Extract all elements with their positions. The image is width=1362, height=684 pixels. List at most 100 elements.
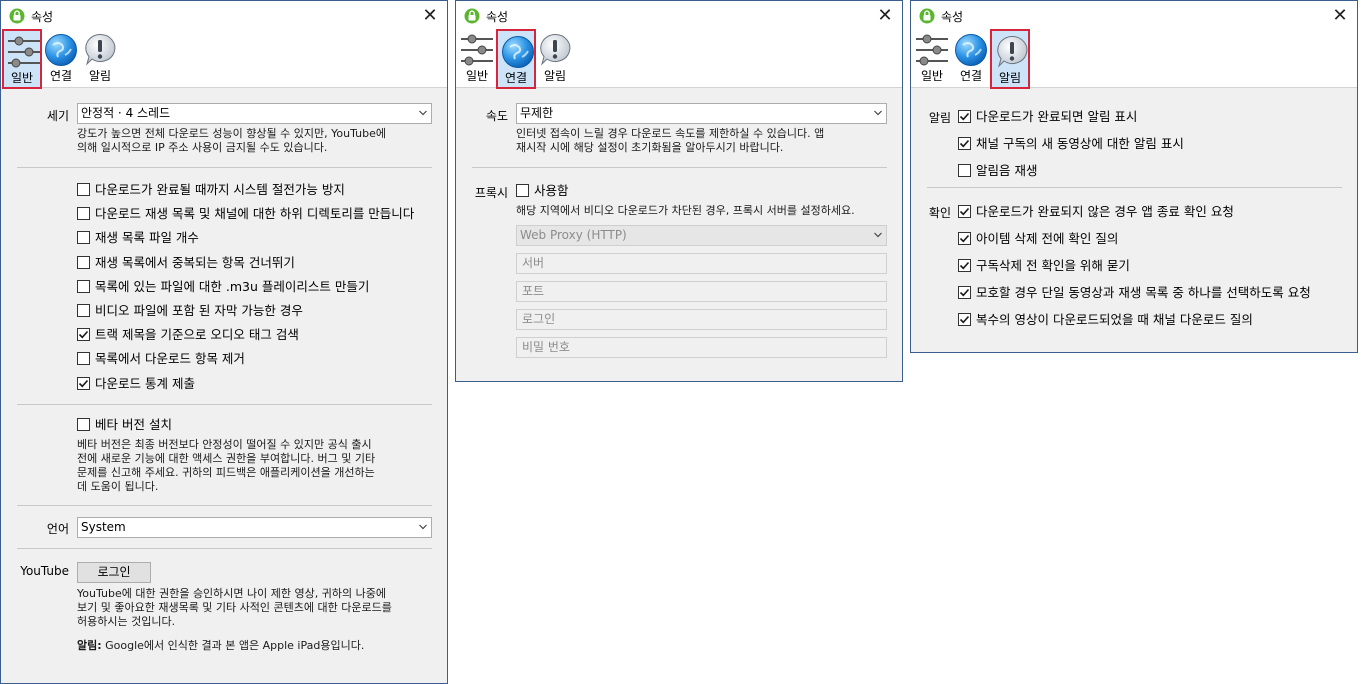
notice-body: Google에서 인식한 결과 본 앱은 Apple iPad용입니다. bbox=[101, 639, 365, 652]
window-title: 속성 bbox=[486, 10, 509, 24]
checkbox-checked[interactable] bbox=[958, 205, 971, 218]
chevron-down-icon bbox=[874, 231, 882, 239]
checkbox-box[interactable] bbox=[958, 164, 971, 177]
intensity-label: 세기 bbox=[46, 109, 69, 123]
checkbox-checked[interactable] bbox=[958, 313, 971, 326]
beta-description: 베타 버전은 최종 버전보다 안정성이 떨어질 수 있지만 공식 출시 전에 새… bbox=[77, 438, 376, 493]
sliders-icon bbox=[915, 33, 949, 67]
option-label: 트랙 제목을 기준으로 오디오 태그 검색 bbox=[95, 327, 299, 343]
close-icon[interactable]: ✕ bbox=[419, 5, 441, 27]
option-label: 다운로드가 완료되면 알림 표시 bbox=[976, 109, 1138, 124]
checkbox-box[interactable] bbox=[77, 304, 90, 317]
proxy-password-input[interactable]: 비밀 번호 bbox=[516, 337, 887, 358]
sliders-icon bbox=[460, 33, 494, 67]
proxy-server-input[interactable]: 서버 bbox=[516, 253, 887, 274]
youtube-label: YouTube bbox=[20, 564, 69, 578]
checkbox-box[interactable] bbox=[77, 183, 90, 196]
tab-general[interactable]: 일반 bbox=[2, 29, 42, 89]
checkbox-box[interactable] bbox=[77, 207, 90, 221]
title-bar: 속성 ✕ bbox=[911, 1, 1357, 31]
checkmark-icon bbox=[959, 287, 970, 298]
proxy-type-value: Web Proxy (HTTP) bbox=[520, 228, 627, 242]
option-label: 목록에 있는 파일에 대한 .m3u 플레이리스트 만들기 bbox=[95, 278, 370, 294]
close-icon[interactable]: ✕ bbox=[874, 5, 896, 27]
tab-notifications-label: 알림 bbox=[543, 69, 567, 83]
globe-icon bbox=[954, 33, 988, 67]
intensity-select[interactable]: 안정적 · 4 스레드 bbox=[77, 103, 432, 124]
sliders-icon bbox=[7, 35, 41, 69]
checkbox-checked[interactable] bbox=[958, 286, 971, 299]
option-label: 다운로드가 완료되지 않은 경우 앱 종료 확인 요청 bbox=[976, 204, 1234, 219]
speed-select[interactable]: 무제한 bbox=[516, 103, 887, 124]
language-value: System bbox=[81, 520, 126, 534]
checkmark-icon bbox=[959, 206, 970, 217]
checkmark-icon bbox=[78, 378, 89, 389]
proxy-label: 프록시 bbox=[474, 186, 508, 200]
divider bbox=[472, 167, 887, 168]
option-label: 다운로드가 완료될 때까지 시스템 절전가능 방지 bbox=[95, 182, 345, 197]
checkbox-checked[interactable] bbox=[958, 110, 971, 123]
tab-general-label: 일반 bbox=[10, 71, 34, 85]
app-lock-icon bbox=[464, 8, 480, 24]
chevron-down-icon bbox=[419, 109, 427, 117]
divider bbox=[17, 167, 432, 168]
checkbox-checked[interactable] bbox=[958, 232, 971, 245]
language-select[interactable]: System bbox=[77, 517, 432, 538]
tab-notifications[interactable]: 알림 bbox=[535, 29, 575, 89]
checkbox-checked[interactable] bbox=[958, 137, 971, 150]
tab-general[interactable]: 일반 bbox=[457, 29, 497, 89]
notice-text: 알림: Google에서 인식한 결과 본 앱은 Apple iPad용입니다. bbox=[77, 639, 364, 653]
notify-section-label: 알림 bbox=[928, 111, 951, 125]
confirm-section-label: 확인 bbox=[928, 206, 951, 220]
divider bbox=[17, 505, 432, 506]
checkbox-checked[interactable] bbox=[77, 328, 90, 342]
chevron-down-icon bbox=[874, 109, 882, 117]
chevron-down-icon bbox=[419, 523, 427, 531]
globe-icon bbox=[44, 33, 78, 67]
checkmark-icon bbox=[78, 329, 89, 340]
option-label: 모호할 경우 단일 동영상과 재생 목록 중 하나를 선택하도록 요청 bbox=[976, 285, 1311, 300]
option-label: 다운로드 재생 목록 및 채널에 대한 하위 디렉토리를 만듭니다 bbox=[95, 206, 415, 222]
window-title: 속성 bbox=[31, 10, 54, 24]
tab-notifications-label: 알림 bbox=[998, 71, 1022, 85]
proxy-description: 해당 지역에서 비디오 다운로드가 차단된 경우, 프록시 서버를 설정하세요. bbox=[516, 204, 855, 217]
option-label: 다운로드 통계 제출 bbox=[95, 375, 195, 391]
tab-connection[interactable]: 연결 bbox=[951, 29, 991, 89]
speed-label: 속도 bbox=[485, 109, 508, 123]
divider bbox=[17, 404, 432, 405]
speed-description: 인터넷 접속이 느릴 경우 다운로드 속도를 제한하실 수 있습니다. 앱 재시… bbox=[516, 127, 825, 154]
option-label: 알림음 재생 bbox=[976, 163, 1038, 178]
alert-bubble-icon bbox=[995, 35, 1029, 69]
tab-general[interactable]: 일반 bbox=[912, 29, 952, 89]
alert-bubble-icon bbox=[83, 33, 117, 67]
checkmark-icon bbox=[959, 138, 970, 149]
close-icon[interactable]: ✕ bbox=[1329, 5, 1351, 27]
settings-toolbar: 일반 연결 알림 bbox=[911, 29, 1357, 89]
option-label: 비디오 파일에 포함 된 자막 가능한 경우 bbox=[95, 303, 303, 318]
youtube-description: YouTube에 대한 권한을 승인하시면 나이 제한 영상, 귀하의 나중에 … bbox=[77, 587, 392, 628]
tab-notifications[interactable]: 알림 bbox=[80, 29, 120, 89]
tab-connection[interactable]: 연결 bbox=[496, 29, 536, 89]
youtube-login-button[interactable]: 로그인 bbox=[77, 562, 151, 583]
intensity-value: 안정적 · 4 스레드 bbox=[81, 106, 171, 120]
settings-toolbar: 일반 연결 알림 bbox=[1, 29, 447, 89]
checkbox-box[interactable] bbox=[77, 352, 90, 366]
checkbox-box[interactable] bbox=[77, 418, 90, 431]
tab-connection-label: 연결 bbox=[504, 71, 528, 85]
tab-notifications[interactable]: 알림 bbox=[990, 29, 1030, 89]
properties-window-connection: 속성 ✕ 일반 연결 알림 속도 무제한 인터넷 접속이 느릴 경우 다운로드 … bbox=[455, 0, 903, 382]
beta-label: 베타 버전 설치 bbox=[95, 417, 172, 432]
tab-connection[interactable]: 연결 bbox=[41, 29, 81, 89]
checkbox-checked[interactable] bbox=[77, 376, 90, 390]
checkbox-box[interactable] bbox=[516, 184, 529, 197]
proxy-login-input[interactable]: 로그인 bbox=[516, 309, 887, 330]
proxy-type-select[interactable]: Web Proxy (HTTP) bbox=[516, 225, 887, 246]
checkbox-box[interactable] bbox=[77, 231, 90, 245]
proxy-enable-label: 사용함 bbox=[534, 183, 569, 198]
proxy-port-input[interactable]: 포트 bbox=[516, 281, 887, 302]
checkbox-box[interactable] bbox=[77, 255, 90, 269]
checkbox-box[interactable] bbox=[77, 279, 90, 293]
alert-bubble-icon bbox=[538, 33, 572, 67]
checkbox-checked[interactable] bbox=[958, 259, 971, 272]
checkmark-icon bbox=[959, 260, 970, 271]
